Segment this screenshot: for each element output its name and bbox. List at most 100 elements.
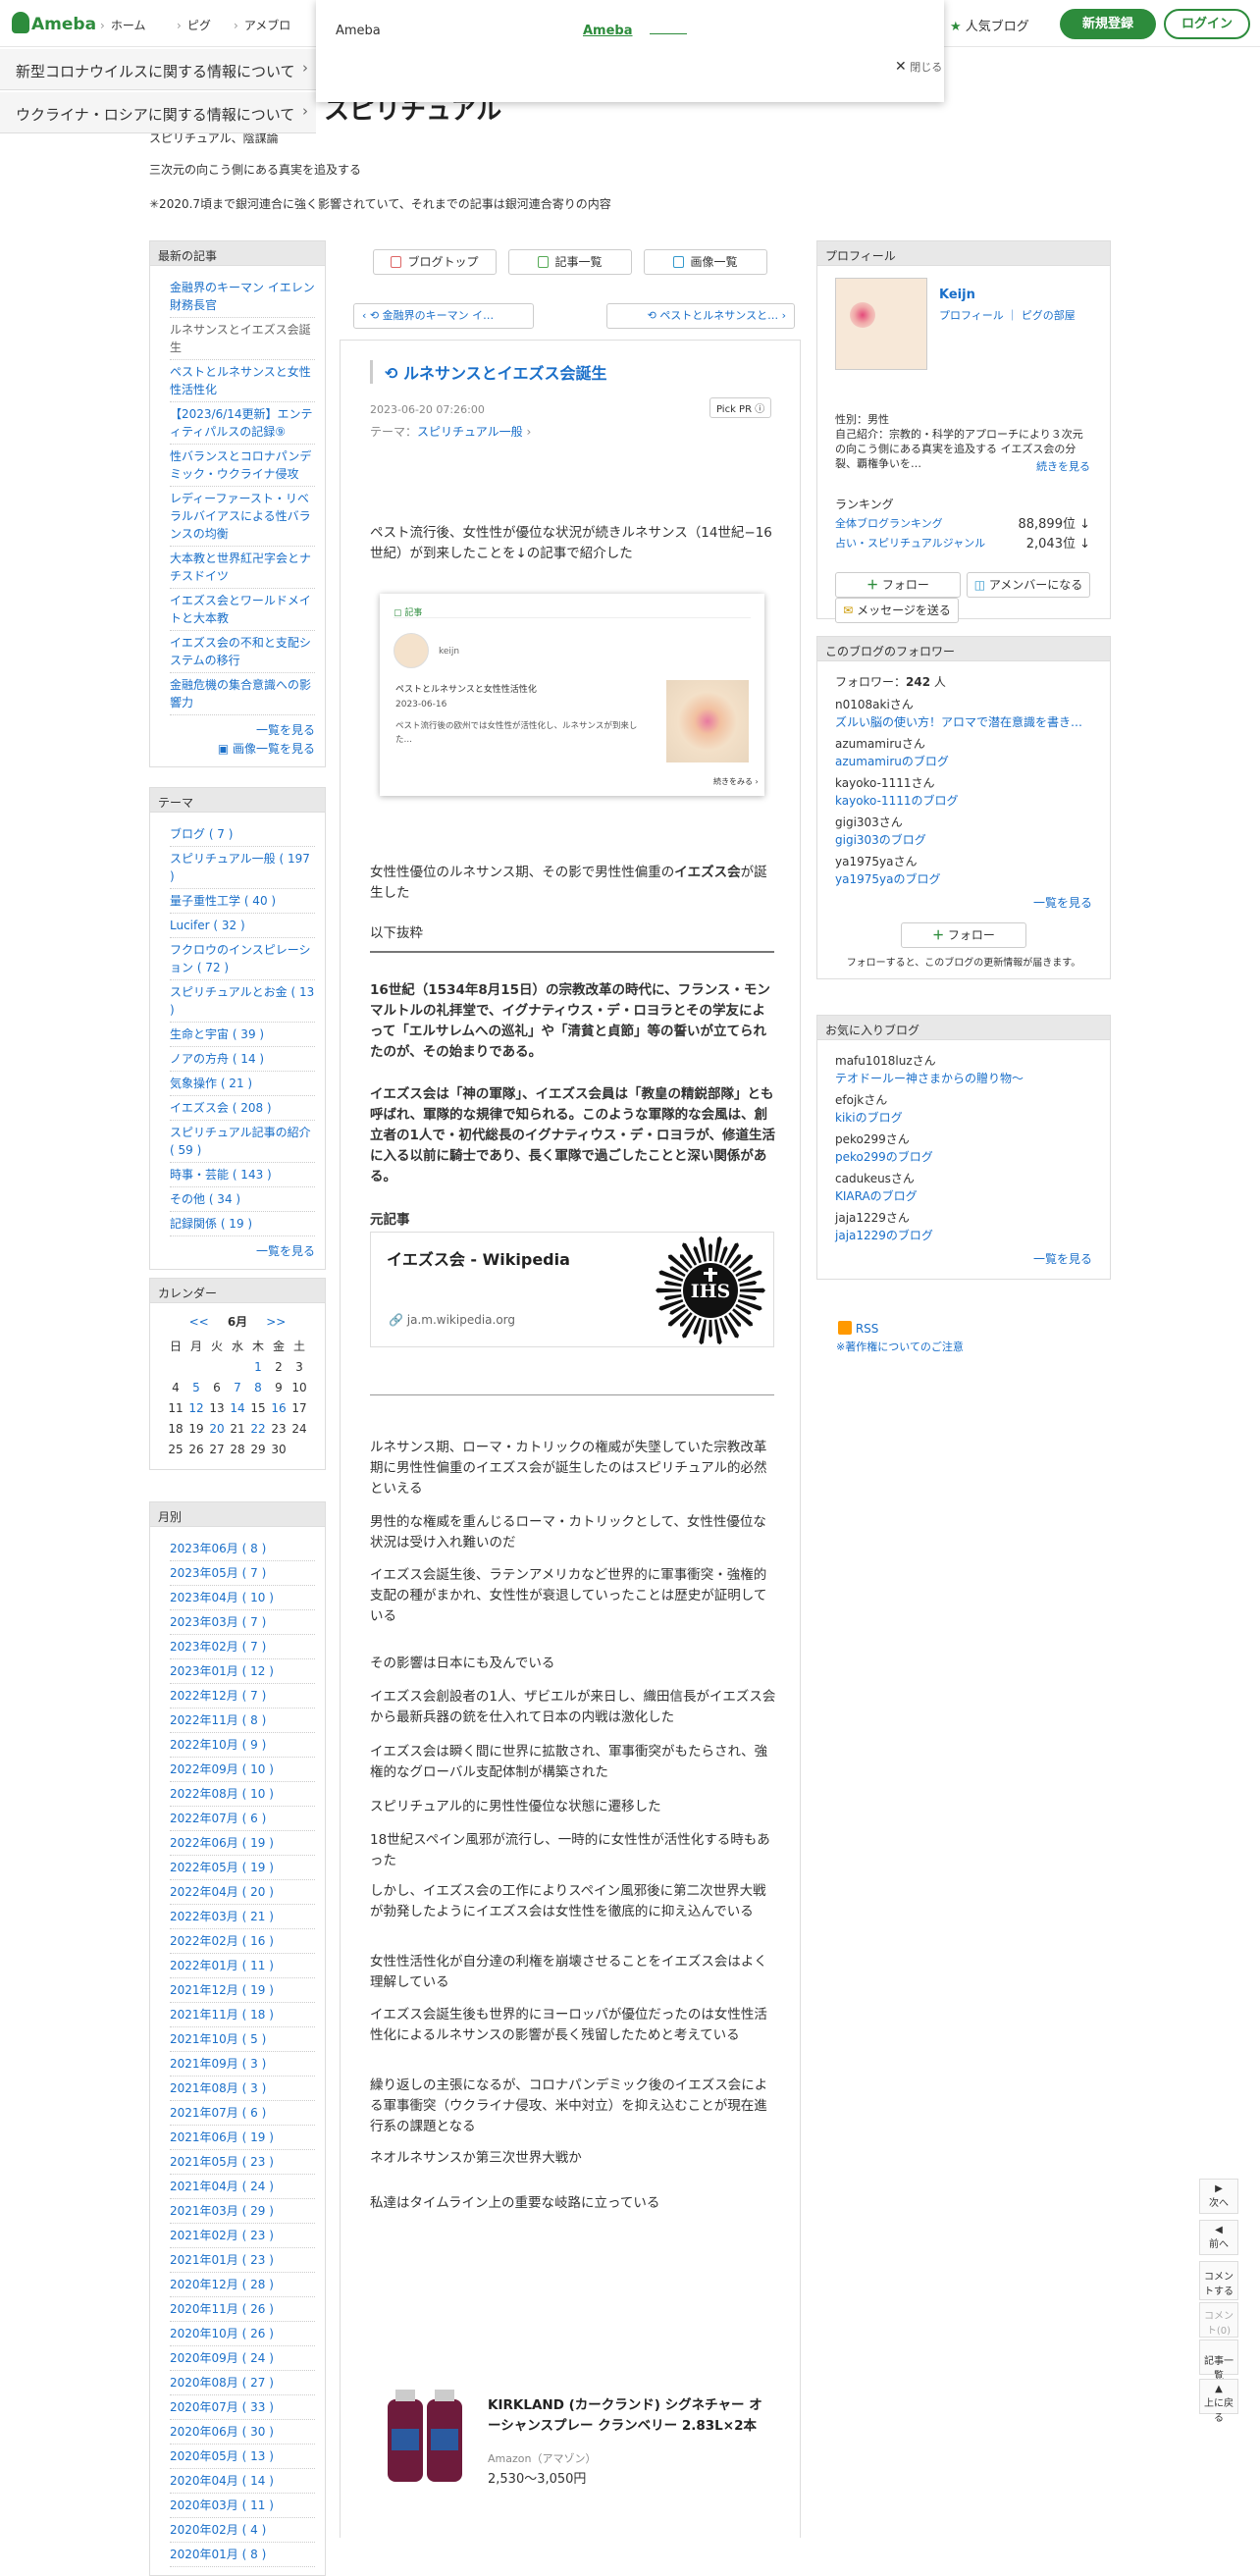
monthly-item[interactable]: 2021年09月 ( 3 ) (170, 2052, 315, 2077)
themes-more-link[interactable]: 一覧を見る (170, 1242, 315, 1261)
theme-item[interactable]: 生命と宇宙 ( 39 ) (170, 1023, 315, 1047)
amember-button[interactable]: ◫ アメンバーになる (967, 572, 1090, 598)
notice-covid[interactable]: 新型コロナウイルスに関する情報について › (0, 49, 316, 90)
theme-item[interactable]: Lucifer ( 32 ) (170, 914, 315, 938)
recent-item[interactable]: 金融危機の集合意識への影響力 (170, 673, 315, 715)
ad-card[interactable]: KIRKLAND (カークランド) シグネチャー オーシャンスプレー クランベリ… (370, 2382, 776, 2490)
calendar-day[interactable]: 16 (269, 1397, 289, 1418)
nav-pigg[interactable]: › ピグ (177, 17, 211, 33)
theme-item[interactable]: ブログ ( 7 ) (170, 822, 315, 847)
theme-item[interactable]: イエズス会 ( 208 ) (170, 1096, 315, 1121)
article-theme-link[interactable]: スピリチュアル一般 (417, 425, 523, 439)
theme-item[interactable]: 記録関係 ( 19 ) (170, 1212, 315, 1236)
monthly-item[interactable]: 2021年04月 ( 24 ) (170, 2175, 315, 2199)
monthly-item[interactable]: 2022年03月 ( 21 ) (170, 1905, 315, 1929)
monthly-item[interactable]: 2020年09月 ( 24 ) (170, 2346, 315, 2371)
monthly-item[interactable]: 2020年05月 ( 13 ) (170, 2445, 315, 2469)
recent-item[interactable]: イエズス会の不和と支配システムの移行 (170, 631, 315, 673)
calendar-day[interactable]: 7 (228, 1377, 248, 1397)
ameba-logo[interactable]: Ameba (12, 12, 96, 34)
monthly-item[interactable]: 2021年11月 ( 18 ) (170, 2003, 315, 2027)
theme-item[interactable]: スピリチュアル記事の紹介 ( 59 ) (170, 1121, 315, 1163)
signup-button[interactable]: 新規登録 (1060, 9, 1156, 39)
monthly-item[interactable]: 2022年10月 ( 9 ) (170, 1733, 315, 1758)
blog-top-button[interactable]: ブログトップ (373, 249, 497, 275)
monthly-item[interactable]: 2020年07月 ( 33 ) (170, 2395, 315, 2420)
person-blog-link[interactable]: ズルい脳の使い方！アロマで潜在意識を書き… (835, 713, 1092, 731)
nav-ameblo[interactable]: › アメブロ (234, 17, 290, 33)
next-article-button[interactable]: ⟲ ペストとルネサンスと… › (606, 303, 795, 329)
rank-genre-link[interactable]: 占い・スピリチュアルジャンル (835, 535, 985, 551)
profile-name[interactable]: Keijn (939, 288, 975, 302)
rss-link[interactable]: RSS (838, 1321, 878, 1336)
calendar-prev[interactable]: << (189, 1315, 209, 1329)
article-list-nav-button[interactable]: 記事一覧 (1199, 2339, 1238, 2382)
theme-item[interactable]: フクロウのインスピレーション ( 72 ) (170, 938, 315, 980)
monthly-item[interactable]: 2022年09月 ( 10 ) (170, 1758, 315, 1782)
recent-more-link[interactable]: 一覧を見る (170, 721, 315, 740)
monthly-item[interactable]: 2021年03月 ( 29 ) (170, 2199, 315, 2224)
monthly-item[interactable]: 2020年01月 ( 8 ) (170, 2543, 315, 2567)
theme-item[interactable]: スピリチュアルとお金 ( 13 ) (170, 980, 315, 1023)
article-list-button[interactable]: 記事一覧 (508, 249, 632, 275)
calendar-day[interactable]: 8 (248, 1377, 269, 1397)
recent-item[interactable]: ペストとルネサンスと女性性活性化 (170, 360, 315, 402)
pigg-room-link[interactable]: ピグの部屋 (1022, 309, 1076, 322)
calendar-day[interactable]: 20 (207, 1418, 228, 1439)
monthly-item[interactable]: 2022年04月 ( 20 ) (170, 1880, 315, 1905)
favorites-more-link[interactable]: 一覧を見る (835, 1250, 1092, 1269)
person-blog-link[interactable]: KIARAのブログ (835, 1187, 1092, 1205)
monthly-item[interactable]: 2020年06月 ( 30 ) (170, 2420, 315, 2445)
person-blog-link[interactable]: kikiのブログ (835, 1109, 1092, 1127)
rank-overall-link[interactable]: 全体ブログランキング (835, 515, 943, 531)
monthly-item[interactable]: 2023年04月 ( 10 ) (170, 1586, 315, 1610)
recent-item[interactable]: 大本教と世界紅卍字会とナチスドイツ (170, 547, 315, 589)
recent-item[interactable]: 金融界のキーマン イエレン財務長官 (170, 276, 315, 318)
person-blog-link[interactable]: ya1975yaのブログ (835, 870, 1092, 888)
theme-item[interactable]: 時事・芸能 ( 143 ) (170, 1163, 315, 1187)
profile-link[interactable]: プロフィール (939, 309, 1004, 322)
image-list-button[interactable]: 画像一覧 (644, 249, 767, 275)
monthly-item[interactable]: 2020年04月 ( 14 ) (170, 2469, 315, 2494)
theme-item[interactable]: その他 ( 34 ) (170, 1187, 315, 1212)
calendar-day[interactable]: 12 (186, 1397, 207, 1418)
follow-button-2[interactable]: ＋ フォロー (901, 922, 1026, 948)
monthly-item[interactable]: 2023年01月 ( 12 ) (170, 1659, 315, 1684)
monthly-item[interactable]: 2021年01月 ( 23 ) (170, 2248, 315, 2273)
popup-close-button[interactable]: ✕ 閉じる (895, 59, 942, 75)
recent-item[interactable]: 性バランスとコロナパンデミック・ウクライナ侵攻 (170, 445, 315, 487)
monthly-item[interactable]: 2020年11月 ( 26 ) (170, 2297, 315, 2322)
monthly-item[interactable]: 2021年08月 ( 3 ) (170, 2077, 315, 2101)
theme-item[interactable]: 量子重性工学 ( 40 ) (170, 889, 315, 914)
person-blog-link[interactable]: jaja1229のブログ (835, 1227, 1092, 1244)
monthly-item[interactable]: 2021年06月 ( 19 ) (170, 2126, 315, 2150)
calendar-next[interactable]: >> (266, 1315, 286, 1329)
monthly-item[interactable]: 2023年05月 ( 7 ) (170, 1561, 315, 1586)
monthly-item[interactable]: 2022年11月 ( 8 ) (170, 1709, 315, 1733)
person-blog-link[interactable]: gigi303のブログ (835, 831, 1092, 849)
pick-pr-badge[interactable]: Pick PR ⓘ (709, 397, 772, 418)
prev-nav-button[interactable]: ◀ 前へ (1199, 2220, 1238, 2255)
monthly-item[interactable]: 2023年03月 ( 7 ) (170, 1610, 315, 1635)
wikipedia-link-card[interactable]: イエズス会 - Wikipedia 🔗 ja.m.wikipedia.org I… (370, 1232, 774, 1347)
article-title[interactable]: ⟲ ルネサンスとイエズス会誕生 (370, 360, 607, 384)
copyright-note-link[interactable]: ※著作権についてのご注意 (836, 1339, 964, 1354)
monthly-item[interactable]: 2020年08月 ( 27 ) (170, 2371, 315, 2395)
monthly-item[interactable]: 2021年10月 ( 5 ) (170, 2027, 315, 2052)
monthly-item[interactable]: 2022年01月 ( 11 ) (170, 1954, 315, 1978)
monthly-item[interactable]: 2020年03月 ( 11 ) (170, 2494, 315, 2518)
person-blog-link[interactable]: kayoko-1111のブログ (835, 792, 1092, 810)
popular-blog-link[interactable]: ★ 人気ブログ (950, 16, 1029, 34)
monthly-item[interactable]: 2021年02月 ( 23 ) (170, 2224, 315, 2248)
monthly-item[interactable]: 2021年07月 ( 6 ) (170, 2101, 315, 2126)
monthly-item[interactable]: 2023年06月 ( 8 ) (170, 1537, 315, 1561)
calendar-day[interactable]: 1 (248, 1356, 269, 1377)
recent-item[interactable]: 【2023/6/14更新】エンティティパルスの記録⑨ (170, 402, 315, 445)
notice-ukraine[interactable]: ウクライナ・ロシアに関する情報について › (0, 92, 316, 133)
monthly-item[interactable]: 2020年12月 ( 28 ) (170, 2273, 315, 2297)
recent-images-link[interactable]: ▣ 画像一覧を見る (170, 740, 315, 759)
next-nav-button[interactable]: ▶ 次へ (1199, 2179, 1238, 2214)
theme-item[interactable]: ノアの方舟 ( 14 ) (170, 1047, 315, 1072)
calendar-day[interactable]: 5 (186, 1377, 207, 1397)
comment-button[interactable]: コメントする (1199, 2261, 1238, 2300)
